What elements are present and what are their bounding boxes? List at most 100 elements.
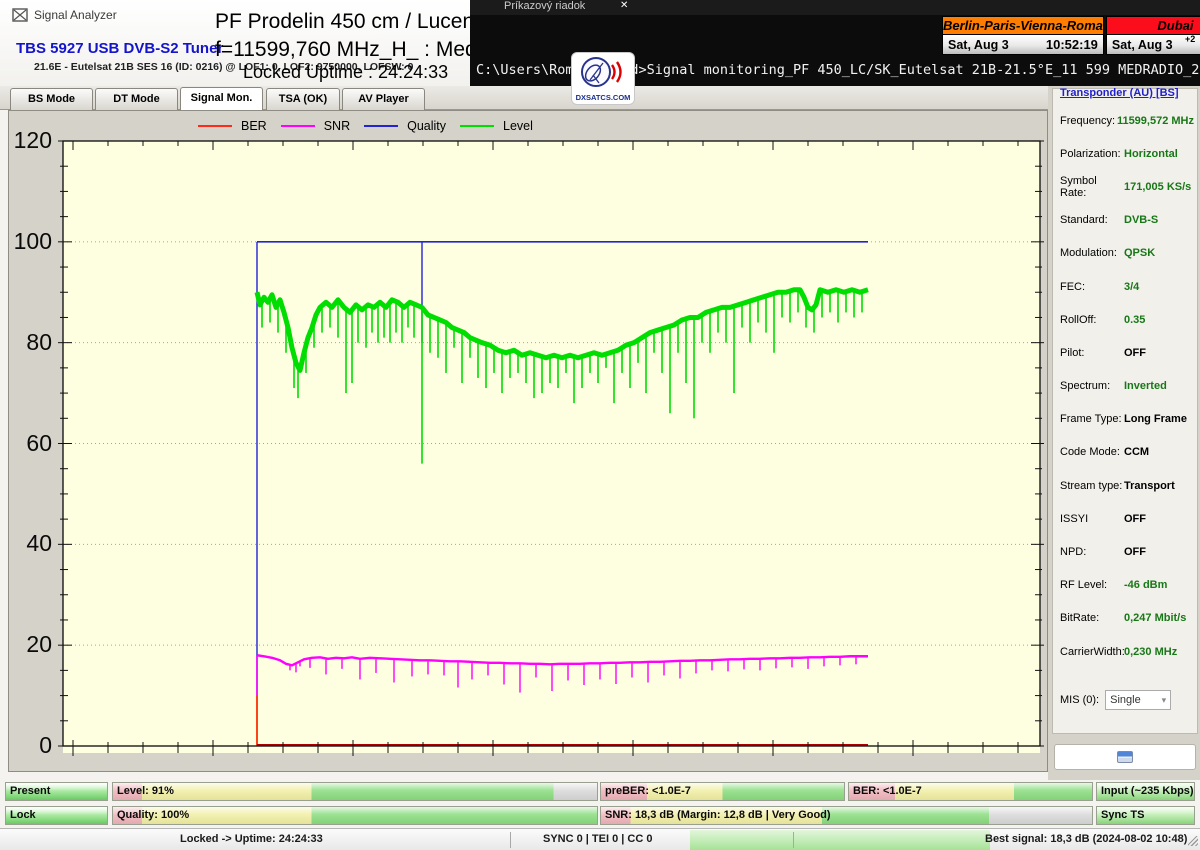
- dxsatcs-logo: DXSATCS.COM: [571, 52, 635, 105]
- transponder-value: OFF: [1124, 347, 1146, 359]
- legend-item-quality: Quality: [364, 119, 446, 133]
- legend-line-sample: [460, 125, 494, 127]
- transponder-label: ISSYI: [1060, 513, 1124, 525]
- clock-time-row: Sat, Aug 3+212:52: [1107, 35, 1200, 54]
- transponder-label: RF Level:: [1060, 579, 1124, 591]
- present-indicator: Present: [5, 782, 108, 801]
- app-titlebar: Signal Analyzer: [12, 7, 117, 23]
- transponder-label: Modulation:: [1060, 247, 1124, 259]
- ber-bar: BER: <1.0E-7: [848, 782, 1093, 801]
- transponder-row: NPD:OFF: [1060, 535, 1194, 568]
- legend-line-sample: [281, 125, 315, 127]
- transponder-row: ISSYIOFF: [1060, 502, 1194, 535]
- transponder-value: Long Frame: [1124, 413, 1187, 425]
- preber-bar: preBER: <1.0E-7: [600, 782, 845, 801]
- legend-item-snr: SNR: [281, 119, 350, 133]
- clock-utc-offset: +2: [1185, 35, 1195, 44]
- dxsatcs-logo-text: DXSATCS.COM: [576, 93, 631, 102]
- transponder-label: Polarization:: [1060, 148, 1124, 160]
- transponder-rows: Frequency:11599,572 MHzPolarization:Hori…: [1060, 104, 1194, 668]
- tab-signal-mon-[interactable]: Signal Mon.: [180, 87, 263, 110]
- chevron-down-icon: ▾: [1162, 695, 1167, 706]
- transponder-label: Pilot:: [1060, 347, 1124, 359]
- transponder-value: CCM: [1124, 446, 1149, 458]
- chart-legend: BER SNR Quality Level: [198, 118, 533, 134]
- transponder-label: Spectrum:: [1060, 380, 1124, 392]
- transponder-label: Symbol Rate:: [1060, 175, 1124, 199]
- transponder-value: 0.35: [1124, 314, 1145, 326]
- status-separator: [793, 832, 794, 848]
- clock-date: Sat, Aug 3: [948, 38, 1009, 52]
- transponder-row: Stream type:Transport: [1060, 469, 1194, 502]
- transponder-value: OFF: [1124, 513, 1146, 525]
- transponder-value: 0,247 Mbit/s: [1124, 612, 1186, 624]
- transponder-value: Inverted: [1124, 380, 1167, 392]
- transponder-label: Frame Type:: [1060, 413, 1124, 425]
- transponder-row: Frequency:11599,572 MHz: [1060, 104, 1194, 137]
- transponder-row: Pilot:OFF: [1060, 336, 1194, 369]
- transponder-value: 171,005 KS/s: [1124, 181, 1191, 193]
- level-bar: Level: 91%: [112, 782, 598, 801]
- transponder-title: Transponder (AU) [BS]: [1060, 87, 1192, 99]
- legend-label: Quality: [407, 119, 446, 133]
- transponder-row: Standard:DVB-S: [1060, 204, 1194, 237]
- transport-stream-button[interactable]: [1054, 744, 1196, 770]
- y-tick-label: 0: [6, 732, 52, 759]
- transponder-value: DVB-S: [1124, 214, 1158, 226]
- status-separator: [510, 832, 511, 848]
- legend-line-sample: [198, 125, 232, 127]
- transponder-row: RF Level:-46 dBm: [1060, 569, 1194, 602]
- transponder-label: Frequency:: [1060, 115, 1117, 127]
- mis-value: Single: [1110, 694, 1141, 706]
- transponder-value: Transport: [1124, 480, 1175, 492]
- mis-dropdown[interactable]: Single ▾: [1105, 690, 1171, 710]
- clock-time-row: Sat, Aug 3 10:52:19: [943, 35, 1103, 54]
- y-tick-label: 120: [6, 127, 52, 154]
- sync-ts-indicator: Sync TS: [1096, 806, 1195, 825]
- clock-city: Berlin-Paris-Vienna-Roma: [943, 17, 1103, 35]
- y-tick-label: 60: [6, 430, 52, 457]
- transponder-value: 3/4: [1124, 281, 1139, 293]
- quality-bar: Quality: 100%: [112, 806, 598, 825]
- transponder-row: FEC:3/4: [1060, 270, 1194, 303]
- transponder-label: FEC:: [1060, 281, 1124, 293]
- transponder-value: 11599,572 MHz: [1117, 115, 1194, 127]
- y-tick-label: 40: [6, 530, 52, 557]
- tab-tsa-ok-[interactable]: TSA (OK): [266, 88, 340, 110]
- clock-date: Sat, Aug 3: [1112, 38, 1173, 52]
- tab-av-player[interactable]: AV Player: [342, 88, 425, 110]
- command-prompt-title: Príkazový riadok: [504, 0, 585, 12]
- status-bar: Locked -> Uptime: 24:24:33 SYNC 0 | TEI …: [0, 828, 1200, 850]
- legend-label: BER: [241, 119, 267, 133]
- y-tick-label: 100: [6, 228, 52, 255]
- tab-dt-mode[interactable]: DT Mode: [95, 88, 178, 110]
- clock-time: 10:52:19: [1046, 37, 1098, 52]
- legend-item-level: Level: [460, 119, 533, 133]
- mode-tabbar: BS ModeDT ModeSignal Mon.TSA (OK)AV Play…: [0, 86, 1048, 110]
- transponder-row: Spectrum:Inverted: [1060, 370, 1194, 403]
- input-indicator: Input (~235 Kbps): [1096, 782, 1195, 801]
- snr-bar: SNR: 18,3 dB (Margin: 12,8 dB | Very Goo…: [600, 806, 1093, 825]
- clock-panel: DubaiSat, Aug 3+212:52: [1106, 16, 1200, 55]
- transponder-row: Modulation:QPSK: [1060, 237, 1194, 270]
- status-counters: SYNC 0 | TEI 0 | CC 0: [543, 833, 652, 845]
- transponder-row: Frame Type:Long Frame: [1060, 403, 1194, 436]
- signal-analyzer-screen: Signal Analyzer TBS 5927 USB DVB-S2 Tune…: [0, 0, 1200, 850]
- lock-indicator: Lock: [5, 806, 108, 825]
- y-tick-label: 80: [6, 329, 52, 356]
- locked-uptime: Locked Uptime : 24:24:33: [243, 62, 448, 83]
- resize-grip[interactable]: [1188, 836, 1198, 846]
- clock-panel: Berlin-Paris-Vienna-Roma Sat, Aug 3 10:52:…: [942, 16, 1104, 55]
- transponder-row: RollOff:0.35: [1060, 303, 1194, 336]
- stream-icon: [1117, 751, 1133, 763]
- tab-bs-mode[interactable]: BS Mode: [10, 88, 93, 110]
- close-icon[interactable]: ✕: [620, 0, 628, 11]
- transponder-row: Code Mode:CCM: [1060, 436, 1194, 469]
- transponder-label: CarrierWidth:: [1060, 646, 1124, 658]
- transponder-label: RollOff:: [1060, 314, 1124, 326]
- mis-label: MIS (0):: [1060, 694, 1099, 706]
- legend-label: Level: [503, 119, 533, 133]
- legend-line-sample: [364, 125, 398, 127]
- status-progress-segment: [690, 830, 990, 850]
- y-tick-label: 20: [6, 631, 52, 658]
